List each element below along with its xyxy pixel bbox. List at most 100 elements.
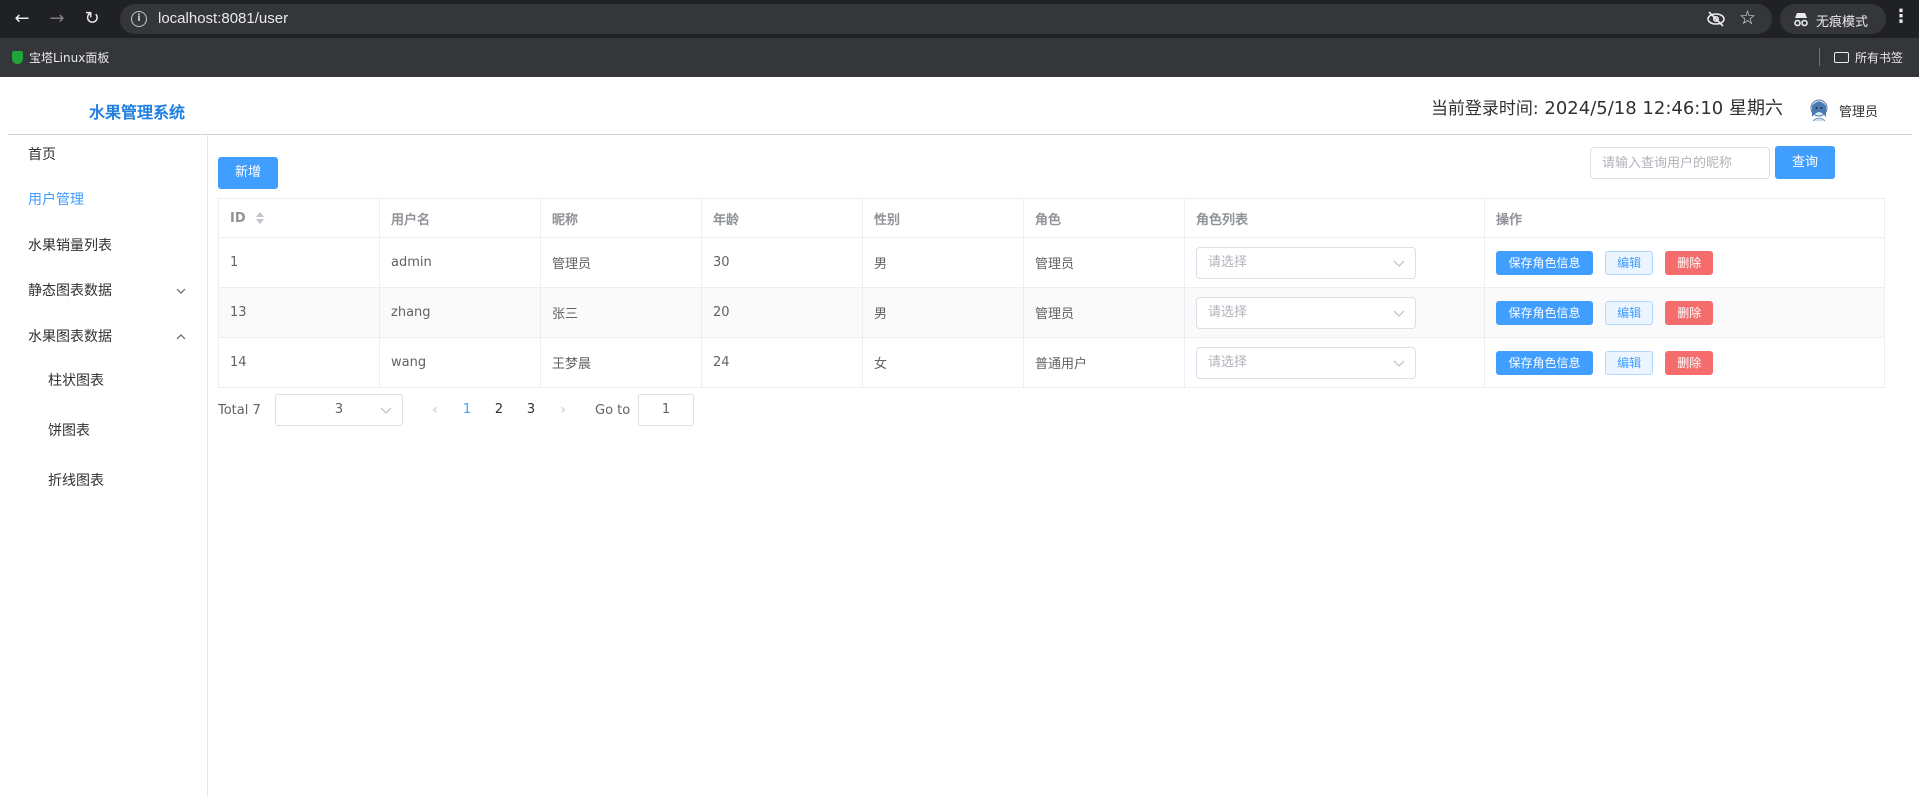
sidebar-item-line-chart[interactable]: 折线图表: [0, 461, 207, 501]
delete-button[interactable]: 删除: [1665, 250, 1714, 275]
search-button[interactable]: 查询: [1775, 146, 1835, 179]
page-1[interactable]: 1: [452, 394, 482, 426]
search-input[interactable]: [1590, 147, 1770, 179]
shield-icon: [12, 51, 23, 64]
info-icon[interactable]: i: [131, 11, 147, 27]
cell-username: zhang: [379, 287, 541, 338]
cell-actions: 保存角色信息 编辑 删除: [1484, 287, 1885, 338]
cell-username: admin: [379, 237, 541, 288]
sort-caret-icon[interactable]: [256, 212, 265, 224]
login-time: 当前登录时间: 2024/5/18 12:46:10 星期六: [1431, 94, 1783, 120]
page-3[interactable]: 3: [516, 394, 546, 426]
page-2[interactable]: 2: [484, 394, 514, 426]
avatar[interactable]: [1808, 97, 1830, 123]
page-size-value: 3: [334, 402, 344, 417]
sidebar-item-label: 水果图表数据: [28, 329, 112, 345]
prev-page-icon[interactable]: ‹: [420, 394, 450, 426]
user-name[interactable]: 管理员: [1839, 101, 1878, 120]
sidebar-item-pie-chart[interactable]: 饼图表: [0, 411, 207, 451]
bookmarks-divider: [1819, 48, 1820, 66]
save-role-button[interactable]: 保存角色信息: [1496, 350, 1593, 375]
column-header-age: 年龄: [701, 198, 863, 238]
cell-nickname: 管理员: [540, 237, 702, 288]
folder-icon: [1834, 52, 1849, 63]
column-header-actions: 操作: [1484, 198, 1885, 238]
edit-button[interactable]: 编辑: [1605, 350, 1654, 375]
column-header-gender: 性别: [862, 198, 1024, 238]
address-bar[interactable]: i localhost:8081/user ☆: [120, 4, 1772, 34]
goto-label: Go to: [595, 403, 631, 418]
eye-slash-icon[interactable]: [1706, 10, 1726, 28]
cell-id: 14: [218, 337, 380, 388]
sidebar-item-fruit-charts[interactable]: 水果图表数据: [0, 317, 207, 357]
role-select[interactable]: 请选择: [1196, 246, 1416, 279]
delete-button[interactable]: 删除: [1665, 350, 1714, 375]
all-bookmarks-button[interactable]: 所有书签: [1834, 49, 1903, 66]
sidebar-item-label: 静态图表数据: [28, 283, 112, 299]
save-role-button[interactable]: 保存角色信息: [1496, 250, 1593, 275]
sidebar-item-fruit-sales[interactable]: 水果销量列表: [0, 226, 207, 266]
back-arrow-icon[interactable]: ←: [10, 7, 34, 31]
cell-gender: 女: [862, 337, 1024, 388]
cell-role-list: 请选择: [1184, 237, 1485, 288]
more-menu-icon[interactable]: ⋮: [1892, 6, 1910, 27]
role-select[interactable]: 请选择: [1196, 296, 1416, 329]
role-select[interactable]: 请选择: [1196, 346, 1416, 379]
page-size-select[interactable]: 3: [275, 394, 403, 426]
cell-age: 20: [701, 287, 863, 338]
sidebar-item-bar-chart[interactable]: 柱状图表: [0, 361, 207, 401]
column-header-role-list: 角色列表: [1184, 198, 1485, 238]
chevron-up-icon: [176, 334, 186, 340]
chevron-down-icon: [380, 407, 392, 414]
cell-id: 13: [218, 287, 380, 338]
cell-gender: 男: [862, 237, 1024, 288]
table-row: 14 wang 王梦晨 24 女 普通用户 请选择 保存角色信息 编辑 删除: [218, 337, 1885, 388]
header-divider: [8, 134, 1912, 135]
table-row: 13 zhang 张三 20 男 管理员 请选择 保存角色信息 编辑 删除: [218, 287, 1885, 338]
login-time-label: 当前登录时间:: [1430, 99, 1539, 119]
cell-role: 管理员: [1023, 237, 1185, 288]
url-text[interactable]: localhost:8081/user: [158, 10, 288, 27]
sidebar-item-static-charts[interactable]: 静态图表数据: [0, 271, 207, 311]
add-button[interactable]: 新增: [218, 157, 278, 189]
app-root: 水果管理系统 当前登录时间: 2024/5/18 12:46:10 星期六 管理…: [0, 77, 1919, 796]
delete-button[interactable]: 删除: [1665, 300, 1714, 325]
login-time-value: 2024/5/18 12:46:10 星期六: [1544, 98, 1783, 119]
save-role-button[interactable]: 保存角色信息: [1496, 300, 1593, 325]
cell-actions: 保存角色信息 编辑 删除: [1484, 237, 1885, 288]
role-select-placeholder: 请选择: [1208, 354, 1248, 370]
cell-age: 30: [701, 237, 863, 288]
chevron-down-icon: [1393, 360, 1405, 367]
cell-id: 1: [218, 237, 380, 288]
incognito-icon: [1794, 13, 1808, 27]
forward-arrow-icon[interactable]: →: [45, 7, 69, 31]
app-title: 水果管理系统: [89, 103, 186, 122]
incognito-badge[interactable]: 无痕模式: [1780, 4, 1886, 34]
column-header-nickname: 昵称: [540, 198, 702, 238]
table-header-row: ID 用户名 昵称 年龄 性别 角色 角色列表 操作: [218, 198, 1885, 238]
bookmark-item[interactable]: 宝塔Linux面板: [12, 49, 109, 66]
bookmark-label: 宝塔Linux面板: [29, 51, 110, 65]
edit-button[interactable]: 编辑: [1605, 250, 1654, 275]
cell-gender: 男: [862, 287, 1024, 338]
sidebar-item-home[interactable]: 首页: [0, 135, 207, 175]
edit-button[interactable]: 编辑: [1605, 300, 1654, 325]
table-row: 1 admin 管理员 30 男 管理员 请选择 保存角色信息 编辑 删除: [218, 237, 1885, 288]
bookmarks-bar: 宝塔Linux面板 所有书签: [0, 38, 1919, 77]
star-icon[interactable]: ☆: [1739, 7, 1756, 29]
cell-username: wang: [379, 337, 541, 388]
goto-input[interactable]: 1: [638, 394, 694, 426]
incognito-label: 无痕模式: [1816, 15, 1869, 30]
cell-role-list: 请选择: [1184, 337, 1485, 388]
cell-actions: 保存角色信息 编辑 删除: [1484, 337, 1885, 388]
cell-nickname: 王梦晨: [540, 337, 702, 388]
cell-role: 普通用户: [1023, 337, 1185, 388]
sidebar-item-user-management[interactable]: 用户管理: [0, 180, 207, 220]
reload-icon[interactable]: ↻: [80, 7, 104, 31]
column-header-id[interactable]: ID: [218, 198, 380, 238]
chevron-down-icon: [1393, 310, 1405, 317]
cell-nickname: 张三: [540, 287, 702, 338]
column-header-username: 用户名: [379, 198, 541, 238]
next-page-icon[interactable]: ›: [548, 394, 578, 426]
all-bookmarks-label: 所有书签: [1855, 51, 1904, 65]
